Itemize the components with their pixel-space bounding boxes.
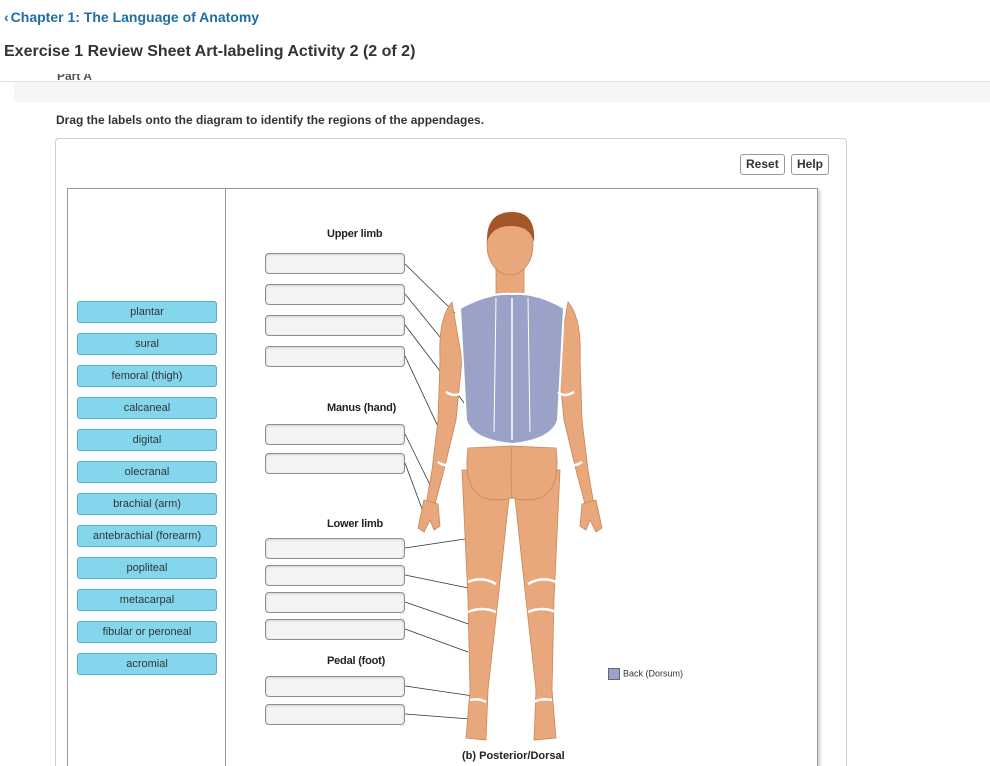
drop-target-lower-limb-2[interactable] [265, 565, 405, 586]
drop-target-lower-limb-1[interactable] [265, 538, 405, 559]
help-button[interactable]: Help [791, 154, 830, 175]
group-heading-pedal: Pedal (foot) [327, 655, 386, 667]
drop-target-lower-limb-3[interactable] [265, 592, 405, 613]
drop-target-pedal-1[interactable] [265, 676, 405, 697]
posterior-body-figure [417, 212, 603, 741]
figure-legend: Back (Dorsum) [608, 668, 683, 680]
drop-target-manus-1[interactable] [265, 424, 405, 445]
exercise-title: Exercise 1 Review Sheet Art-labeling Act… [4, 43, 416, 60]
group-heading-manus: Manus (hand) [327, 402, 397, 414]
drop-target-pedal-2[interactable] [265, 704, 405, 725]
label-chip-antebrachial[interactable]: antebrachial (forearm) [77, 525, 217, 547]
drop-target-upper-limb-2[interactable] [265, 284, 405, 305]
instruction-text: Drag the labels onto the diagram to iden… [56, 113, 485, 127]
group-heading-upper-limb: Upper limb [327, 228, 383, 240]
group-heading-lower-limb: Lower limb [327, 518, 384, 530]
chevron-left-icon: ‹ [4, 9, 9, 25]
label-chip-sural[interactable]: sural [77, 333, 217, 355]
label-chip-calcaneal[interactable]: calcaneal [77, 397, 217, 419]
figure-caption: (b) Posterior/Dorsal [462, 750, 565, 762]
reset-button[interactable]: Reset [740, 154, 785, 175]
label-chip-plantar[interactable]: plantar [77, 301, 217, 323]
label-chip-femoral[interactable]: femoral (thigh) [77, 365, 217, 387]
legend-swatch [608, 668, 620, 680]
back-link-label: Chapter 1: The Language of Anatomy [10, 9, 260, 25]
drop-target-upper-limb-3[interactable] [265, 315, 405, 336]
label-chip-olecranal[interactable]: olecranal [77, 461, 217, 483]
drop-target-lower-limb-4[interactable] [265, 619, 405, 640]
label-chip-metacarpal[interactable]: metacarpal [77, 589, 217, 611]
label-chip-popliteal[interactable]: popliteal [77, 557, 217, 579]
drop-target-upper-limb-4[interactable] [265, 346, 405, 367]
back-to-chapter-link[interactable]: ‹ Chapter 1: The Language of Anatomy [4, 9, 259, 25]
label-chip-digital[interactable]: digital [77, 429, 217, 451]
label-chip-brachial[interactable]: brachial (arm) [77, 493, 217, 515]
drop-target-upper-limb-1[interactable] [265, 253, 405, 274]
label-chip-fibular[interactable]: fibular or peroneal [77, 621, 217, 643]
part-strip [14, 82, 990, 102]
label-chip-acromial[interactable]: acromial [77, 653, 217, 675]
legend-label: Back (Dorsum) [623, 668, 684, 679]
drop-target-manus-2[interactable] [265, 453, 405, 474]
